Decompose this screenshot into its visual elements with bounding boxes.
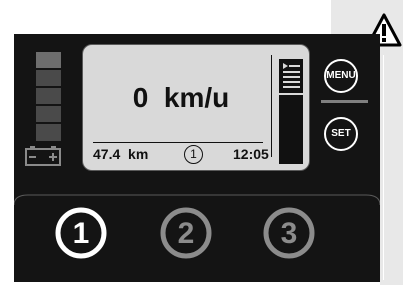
mode-button-1[interactable]: 1 xyxy=(54,206,108,260)
side-panel-divider xyxy=(383,55,384,280)
trip-indicator: 1 xyxy=(184,145,203,164)
speed-readout: 0 km/u xyxy=(132,82,230,113)
clock: 12:05 xyxy=(233,146,269,162)
mode-button-3[interactable]: 3 xyxy=(262,206,316,260)
battery-icon xyxy=(25,146,61,166)
menu-button[interactable]: MENU xyxy=(324,59,358,93)
mode-button-3-label: 3 xyxy=(281,217,298,250)
set-button[interactable]: SET xyxy=(324,117,358,151)
battery-level-indicator xyxy=(36,52,61,141)
mode-button-1-label: 1 xyxy=(73,217,90,250)
gauge-icon xyxy=(279,59,303,164)
mode-button-2[interactable]: 2 xyxy=(159,206,213,260)
lcd-status-divider xyxy=(93,142,263,143)
mode-button-2-label: 2 xyxy=(178,217,195,250)
lcd-screen: 0 km/u 47.4 km 1 12:05 xyxy=(82,44,310,171)
lcd-separator xyxy=(271,55,272,157)
button-divider xyxy=(321,100,368,103)
odometer: 47.4 km xyxy=(93,146,149,162)
